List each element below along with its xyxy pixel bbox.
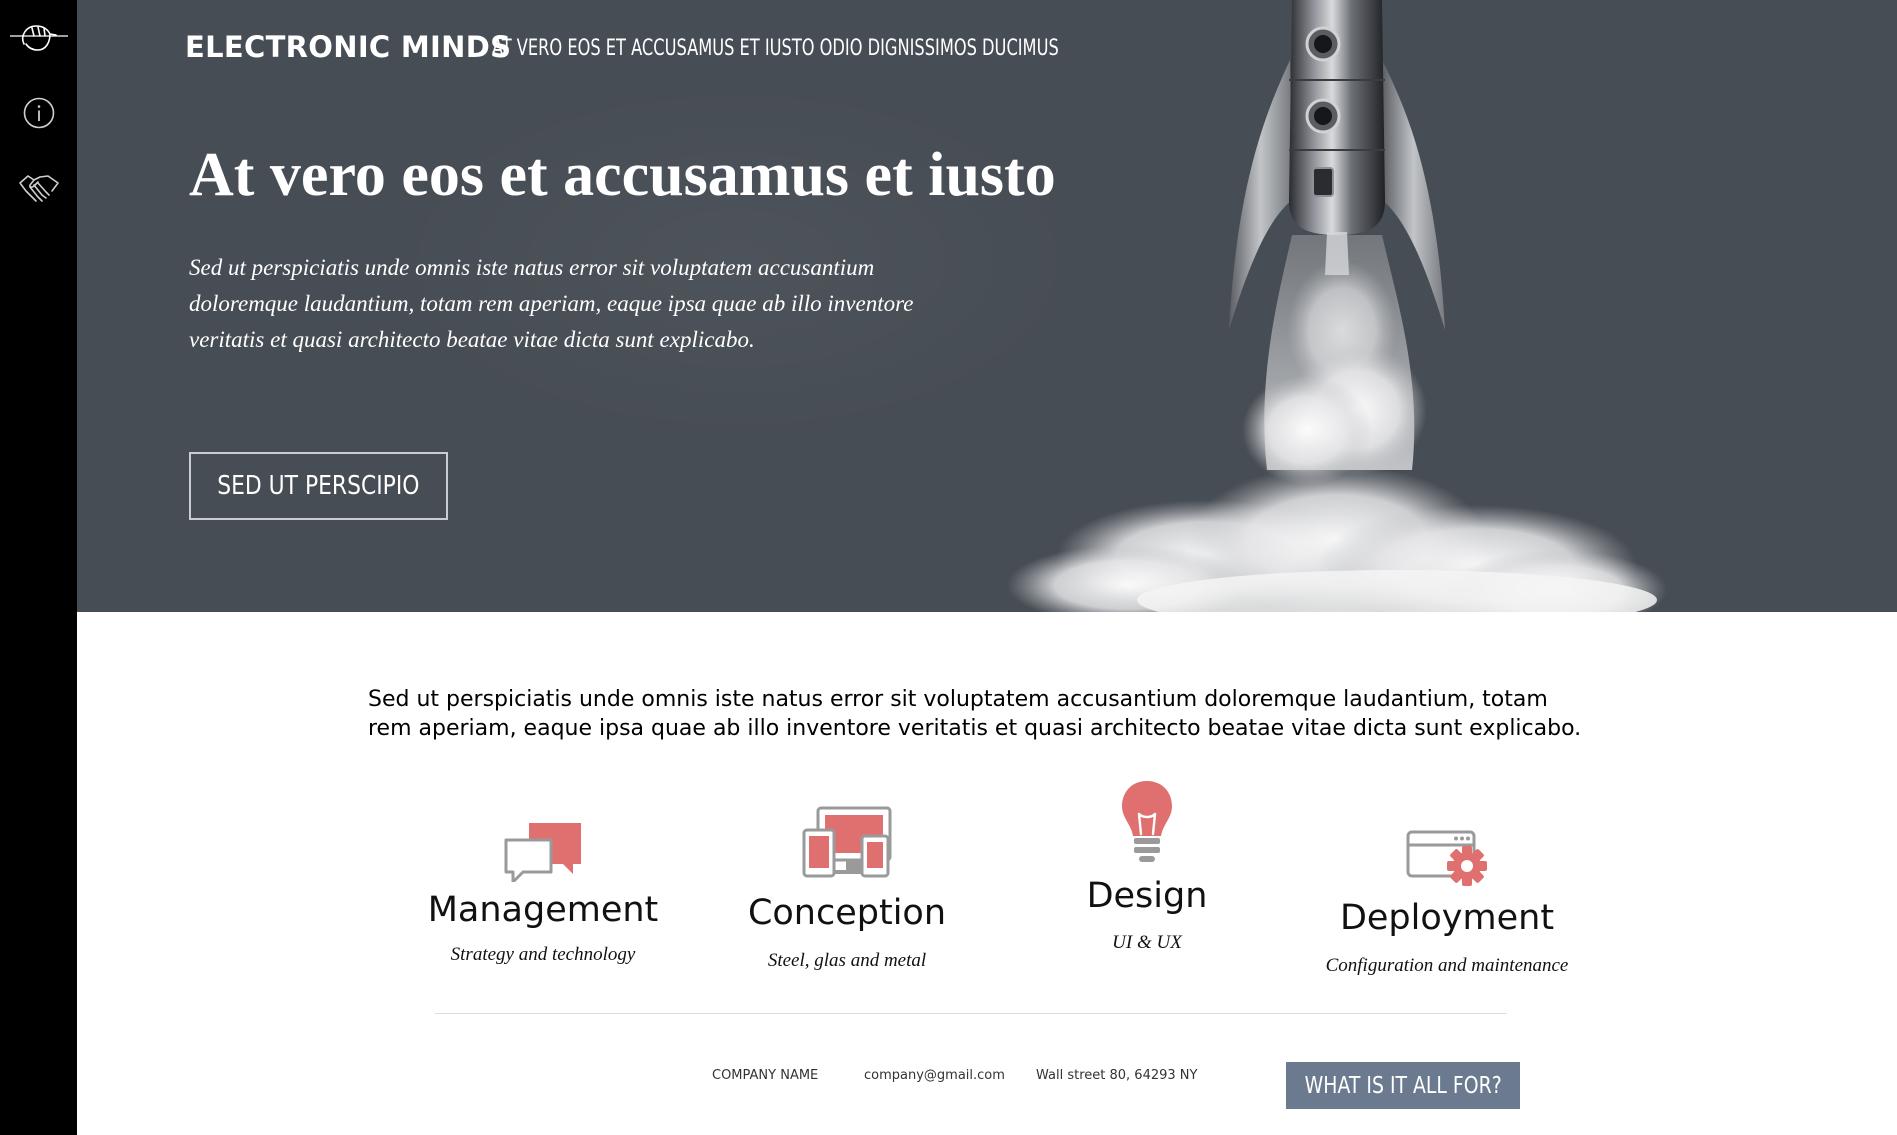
hero-cta-label: SED UT PERSCIPIO bbox=[217, 471, 420, 501]
browser-gear-icon bbox=[1297, 796, 1597, 886]
feature-conception: Conception Steel, glas and metal bbox=[697, 788, 997, 972]
lightbulb-icon bbox=[997, 776, 1297, 866]
footer-address: Wall street 80, 64293 NY bbox=[1036, 1068, 1198, 1083]
devices-icon bbox=[697, 788, 997, 878]
chat-bubbles-icon bbox=[393, 792, 693, 882]
feature-design: Design UI & UX bbox=[997, 776, 1297, 954]
footer-divider bbox=[435, 1013, 1507, 1014]
brand-name[interactable]: ELECTRONIC MINDS bbox=[185, 30, 511, 64]
feature-title: Conception bbox=[747, 893, 947, 933]
feature-subtitle: UI & UX bbox=[1112, 932, 1182, 953]
logo-hand-icon[interactable] bbox=[0, 14, 77, 58]
info-icon[interactable] bbox=[0, 96, 77, 130]
feature-title: Management bbox=[427, 890, 659, 930]
feature-title: Deployment bbox=[1339, 898, 1555, 938]
footer-email-link[interactable]: company@gmail.com bbox=[864, 1068, 1005, 1083]
feature-management: Management Strategy and technology bbox=[393, 792, 693, 966]
hero-section: ELECTRONIC MINDS AT VERO EOS ET ACCUSAMU… bbox=[77, 0, 1897, 612]
footer-company-name: COMPANY NAME bbox=[712, 1068, 819, 1083]
header-tagline: AT VERO EOS ET ACCUSAMUS ET IUSTO ODIO D… bbox=[492, 36, 1059, 61]
feature-deployment: Deployment Configuration and maintenance bbox=[1297, 796, 1597, 977]
feature-subtitle: Steel, glas and metal bbox=[767, 950, 927, 971]
sidebar bbox=[0, 0, 77, 1135]
hero-description: Sed ut perspiciatis unde omnis iste natu… bbox=[189, 255, 914, 352]
hero-cta-button[interactable]: SED UT PERSCIPIO bbox=[189, 452, 448, 520]
intro-text: Sed ut perspiciatis unde omnis iste natu… bbox=[368, 687, 1582, 741]
what-is-it-all-for-button[interactable]: WHAT IS IT ALL FOR? bbox=[1286, 1062, 1520, 1109]
hero-title: At vero eos et accusamus et iusto bbox=[189, 141, 1056, 209]
feature-title: Design bbox=[1086, 876, 1208, 916]
handshake-icon[interactable] bbox=[0, 171, 77, 205]
feature-subtitle: Configuration and maintenance bbox=[1325, 955, 1569, 976]
feature-subtitle: Strategy and technology bbox=[450, 944, 636, 965]
rocket-illustration bbox=[1007, 0, 1667, 612]
footer-button-label: WHAT IS IT ALL FOR? bbox=[1304, 1072, 1502, 1099]
